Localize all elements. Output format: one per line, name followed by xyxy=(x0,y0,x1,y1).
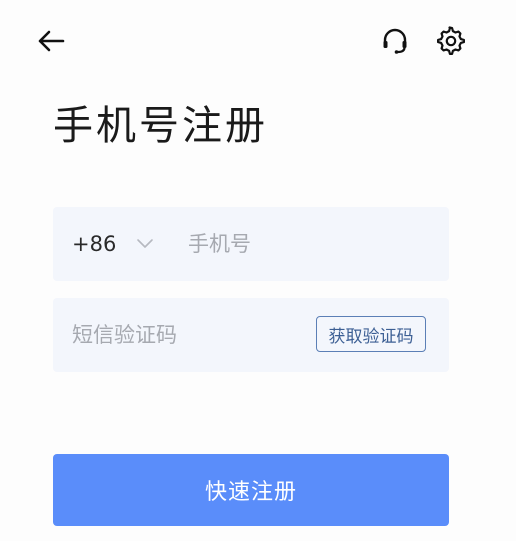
phone-field: +86 xyxy=(53,207,449,281)
arrow-left-icon xyxy=(38,30,65,52)
register-page: 手机号注册 +86 获取验证码 快速注册 xyxy=(0,0,516,541)
sms-code-input[interactable] xyxy=(72,318,302,352)
headset-icon xyxy=(383,28,407,54)
phone-input[interactable] xyxy=(188,227,428,261)
gear-icon xyxy=(437,26,465,55)
quick-register-button[interactable]: 快速注册 xyxy=(53,454,449,526)
back-button[interactable] xyxy=(34,26,68,56)
chevron-down-icon[interactable] xyxy=(135,235,155,251)
page-title: 手机号注册 xyxy=(53,103,268,149)
customer-support-button[interactable] xyxy=(378,24,412,58)
settings-button[interactable] xyxy=(434,24,468,58)
sms-code-field: 获取验证码 xyxy=(53,298,449,372)
country-code-selector[interactable]: +86 xyxy=(72,228,116,260)
get-code-button[interactable]: 获取验证码 xyxy=(316,316,426,352)
